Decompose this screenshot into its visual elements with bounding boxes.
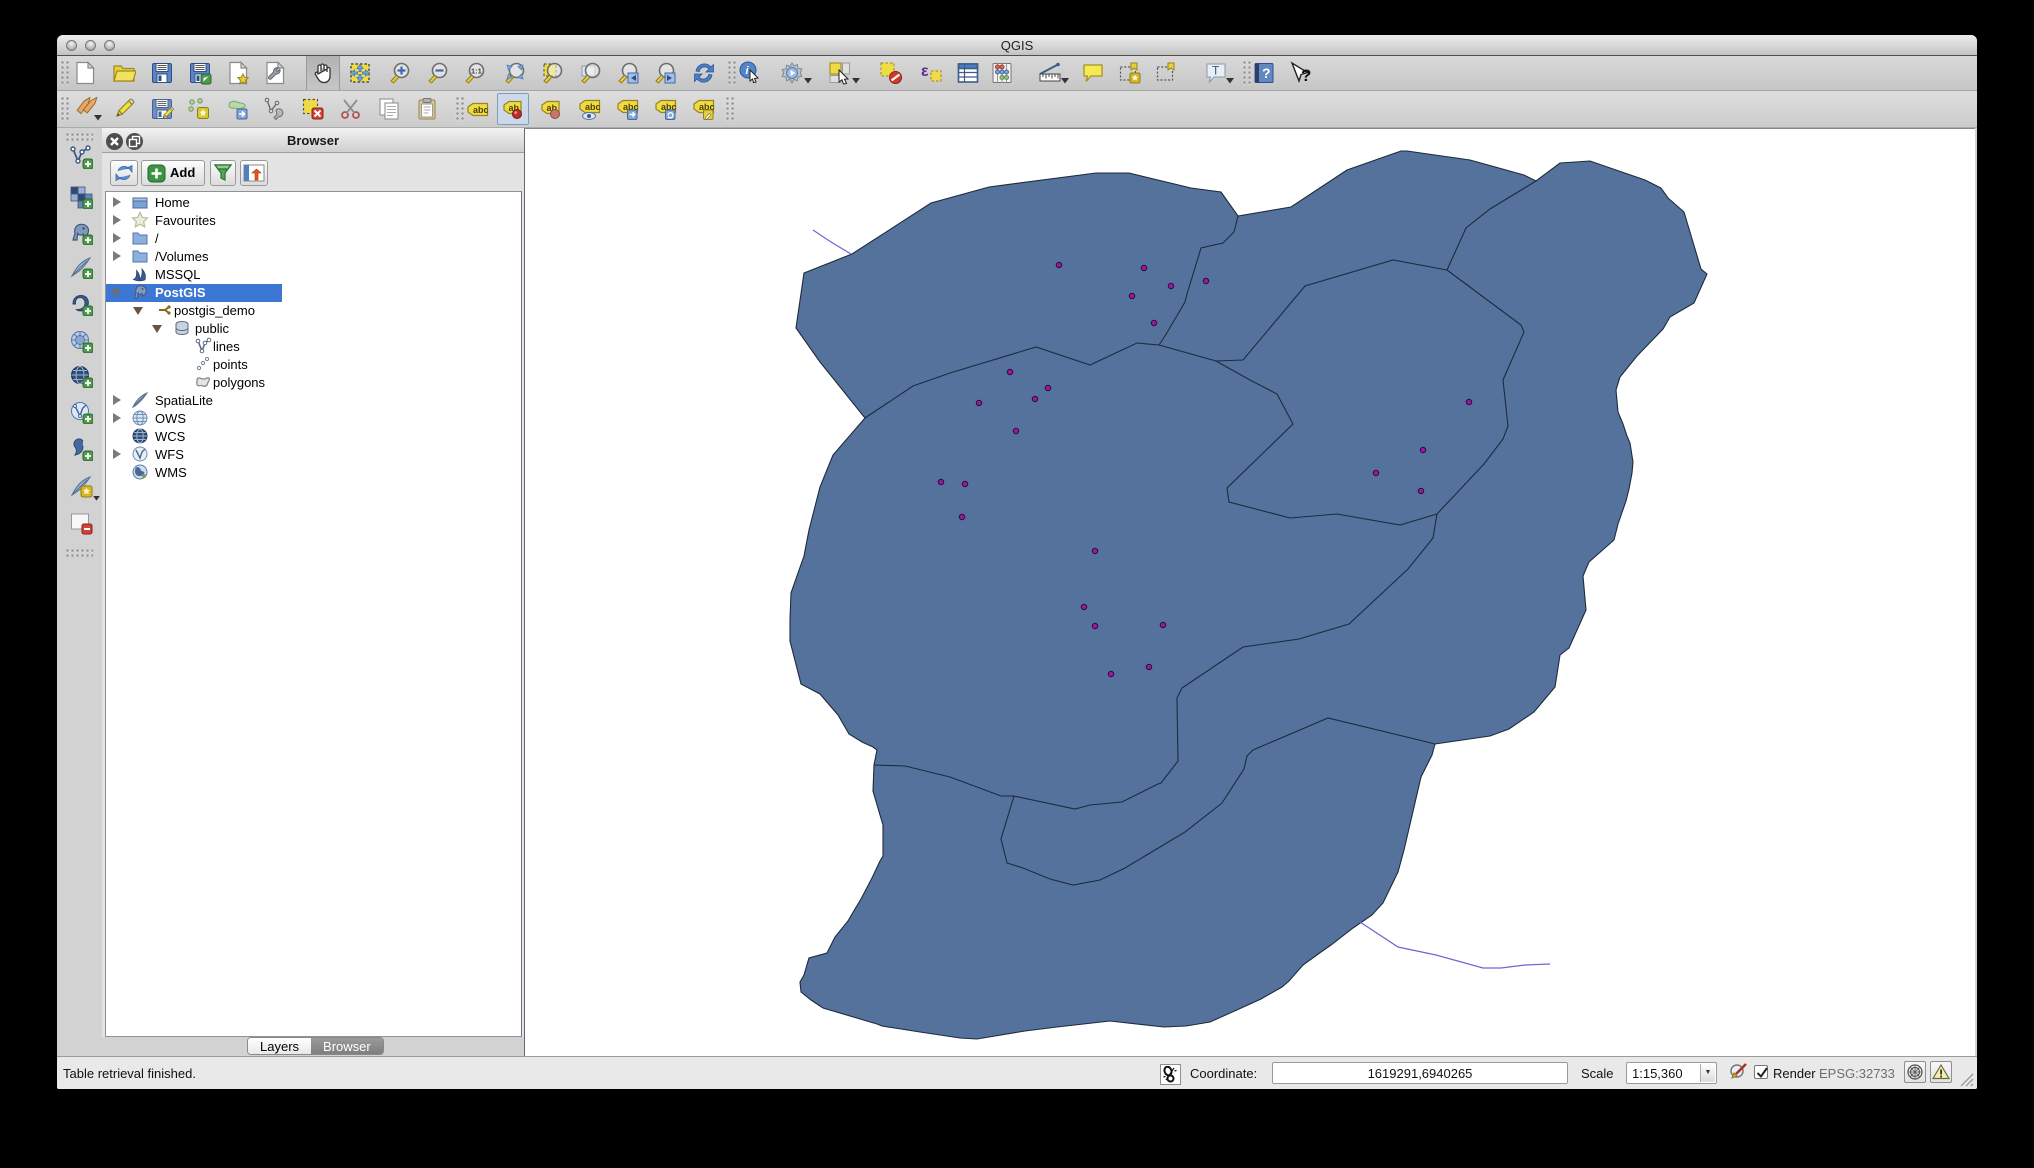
svg-text:ε: ε	[921, 63, 929, 80]
svg-text:?: ?	[1301, 66, 1311, 85]
svg-text:T: T	[1212, 64, 1220, 78]
svg-text:?: ?	[1262, 65, 1271, 81]
svg-text:1:1: 1:1	[471, 67, 482, 76]
